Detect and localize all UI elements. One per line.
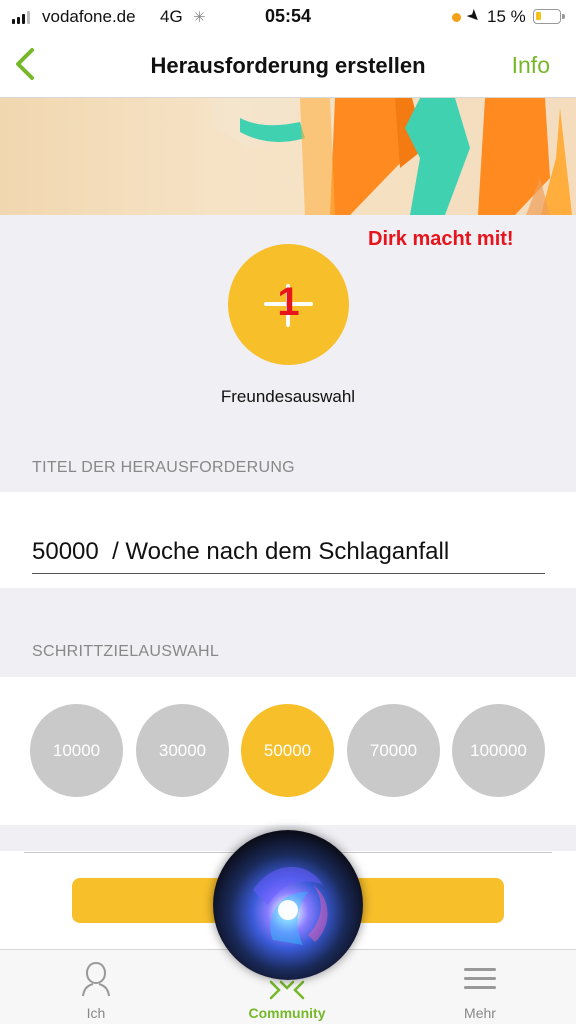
step-goal-option-30000[interactable]: 30000 xyxy=(136,704,229,797)
step-goal-section-label: SCHRITTZIELAUSWAHL xyxy=(32,643,220,660)
challenge-title-section-label: TITEL DER HERAUSFORDERUNG xyxy=(32,459,295,476)
challenge-title-input[interactable] xyxy=(32,530,545,574)
tab-mehr-label: Mehr xyxy=(464,1005,496,1021)
selected-friends-count: 1 xyxy=(277,280,300,324)
tab-ich-label: Ich xyxy=(86,1005,106,1021)
step-goal-option-50000[interactable]: 50000 xyxy=(241,704,334,797)
annotation-text: Dirk macht mit! xyxy=(368,228,514,250)
step-goal-option-10000[interactable]: 10000 xyxy=(30,704,123,797)
friends-selection-label: Freundesauswahl xyxy=(220,387,356,406)
step-goal-option-70000[interactable]: 70000 xyxy=(347,704,440,797)
info-button[interactable]: Info xyxy=(512,52,550,79)
siri-orb[interactable] xyxy=(213,830,363,980)
challenge-banner-image xyxy=(0,98,576,215)
navigation-bar: Herausforderung erstellen Info xyxy=(0,34,576,98)
chevron-left-icon xyxy=(16,48,34,80)
tab-mehr[interactable]: Mehr xyxy=(420,950,540,1024)
tab-ich[interactable]: Ich xyxy=(36,950,156,1024)
step-goal-option-100000[interactable]: 100000 xyxy=(452,704,545,797)
person-icon xyxy=(82,961,110,997)
back-button[interactable] xyxy=(12,46,42,82)
step-goal-panel: 10000 30000 50000 70000 100000 xyxy=(0,677,576,825)
tab-community-label: Community xyxy=(248,1005,326,1021)
community-icon xyxy=(269,980,305,1000)
privacy-indicator-icon xyxy=(452,13,461,22)
status-bar: vodafone.de 4G ✳ 05:54 ➤ 15 % xyxy=(0,0,576,34)
add-friends-button[interactable]: 1 xyxy=(228,244,349,365)
battery-percent: 15 % xyxy=(487,7,526,26)
page-title: Herausforderung erstellen xyxy=(150,53,426,78)
menu-icon xyxy=(464,968,496,989)
battery-icon xyxy=(533,9,565,24)
challenge-title-panel xyxy=(0,492,576,588)
